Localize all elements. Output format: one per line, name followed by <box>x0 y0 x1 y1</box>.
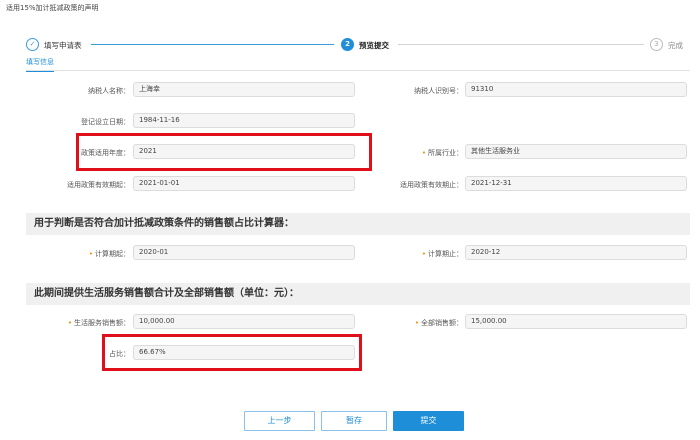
life-sales-field[interactable]: 10,000.00 <box>133 314 355 329</box>
taxpayer-name-label: 纳税人名称： <box>88 87 130 95</box>
total-sales-field[interactable]: 15,000.00 <box>465 314 687 329</box>
reg-date-field[interactable]: 1984-11-16 <box>133 113 355 128</box>
reg-date-label: 登记设立日期： <box>81 118 130 126</box>
highlight-box-policy-year <box>76 133 372 171</box>
period-start-label: • 计算期起： <box>89 249 130 259</box>
taxpayer-id-field[interactable]: 91310 <box>465 82 687 97</box>
period-end-label-text: 计算期止： <box>428 250 463 258</box>
step-connector <box>91 44 334 45</box>
highlight-box-ratio <box>102 334 362 371</box>
period-end-label: • 计算期止： <box>422 249 463 259</box>
industry-field[interactable]: 其他生活服务业 <box>465 144 687 159</box>
section-sales-title: 此期间提供生活服务销售额合计及全部销售额（单位：元）： <box>26 283 690 305</box>
required-asterisk: • <box>67 319 72 327</box>
step-connector <box>398 44 644 45</box>
required-asterisk: • <box>421 149 426 157</box>
taxpayer-id-label: 纳税人识别号： <box>414 87 463 95</box>
valid-end-field[interactable]: 2021-12-31 <box>465 176 687 191</box>
prev-step-button[interactable]: 上一步 <box>244 411 315 431</box>
period-end-field[interactable]: 2020-12 <box>465 245 687 260</box>
required-asterisk: • <box>414 319 419 327</box>
step-fill-form: 填写申请表 <box>44 41 82 50</box>
total-sales-label: • 全部销售额： <box>415 318 463 328</box>
step-number-2: 2 <box>341 38 354 51</box>
step-preview-submit: 预览提交 <box>359 41 389 50</box>
period-start-field[interactable]: 2020-01 <box>133 245 355 260</box>
tab-divider <box>26 70 690 71</box>
required-asterisk: • <box>88 250 93 258</box>
submit-button[interactable]: 提交 <box>393 411 464 431</box>
industry-label: • 所属行业： <box>422 148 463 158</box>
save-draft-button[interactable]: 暂存 <box>321 411 387 431</box>
period-start-label-text: 计算期起： <box>95 250 130 258</box>
valid-start-label: 适用政策有效期起： <box>67 181 130 189</box>
life-sales-label: • 生活服务销售额： <box>68 318 130 328</box>
step-indicator: ✓ 填写申请表 2 预览提交 3 完成 <box>0 0 700 70</box>
valid-end-label: 适用政策有效期止： <box>400 181 463 189</box>
required-asterisk: • <box>421 250 426 258</box>
taxpayer-name-field[interactable]: 上海幸 <box>133 82 355 97</box>
industry-label-text: 所属行业： <box>428 149 463 157</box>
check-icon: ✓ <box>26 38 39 51</box>
total-sales-label-text: 全部销售额： <box>421 319 463 327</box>
section-ratio-calculator-title: 用于判断是否符合加计抵减政策条件的销售额占比计算器： <box>26 213 690 235</box>
step-complete: 完成 <box>668 41 683 50</box>
valid-start-field[interactable]: 2021-01-01 <box>133 176 355 191</box>
life-sales-label-text: 生活服务销售额： <box>74 319 130 327</box>
step-number-3: 3 <box>650 38 663 51</box>
